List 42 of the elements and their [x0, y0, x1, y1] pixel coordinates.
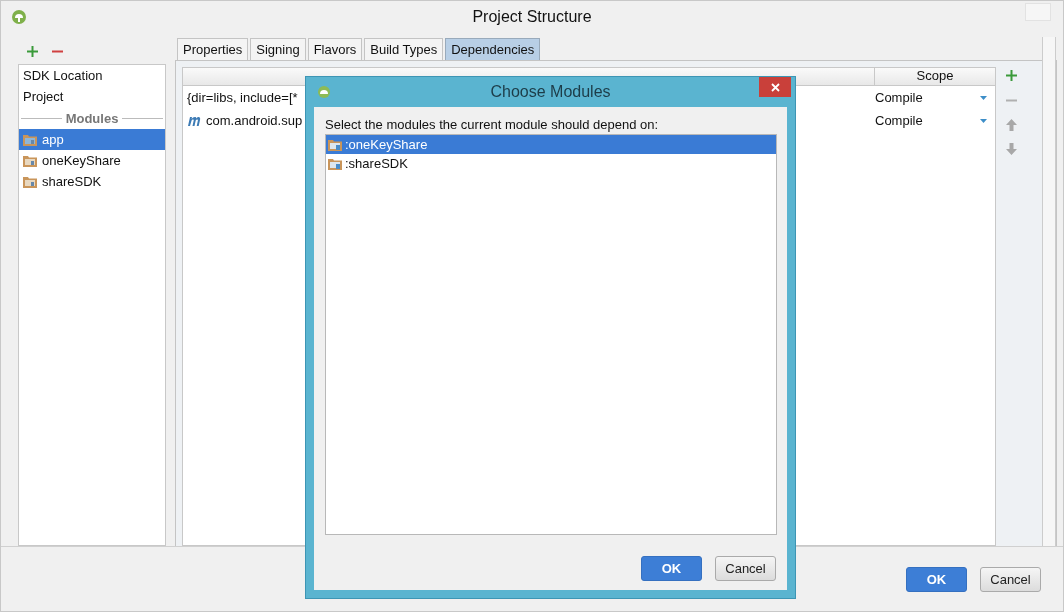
dialog-title: Choose Modules — [489, 83, 612, 101]
folder-icon — [23, 175, 37, 188]
down-arrow-icon[interactable] — [1005, 143, 1017, 155]
window-title: Project Structure — [471, 7, 593, 26]
folder-icon — [328, 157, 342, 170]
add-icon[interactable] — [26, 44, 39, 58]
prompt-text: Select the modules the current module should depend on: — [325, 117, 660, 134]
section-header: Modules — [65, 110, 119, 126]
sidebar-item[interactable]: SDK Location — [19, 65, 165, 86]
folder-icon — [23, 133, 37, 146]
module-item[interactable]: :oneKeyShare — [326, 135, 776, 154]
scope-value[interactable]: Compile — [875, 90, 923, 105]
maven-icon — [187, 115, 201, 126]
module-item[interactable]: :shareSDK — [326, 154, 776, 173]
add-icon[interactable] — [1004, 69, 1018, 82]
android-icon — [11, 8, 27, 25]
dropdown-icon[interactable] — [980, 118, 987, 123]
dialog-button[interactable]: Cancel — [980, 566, 1041, 592]
tab[interactable]: Dependencies — [445, 38, 541, 60]
dropdown-icon[interactable] — [980, 95, 987, 100]
sidebar-item[interactable]: shareSDK — [19, 171, 165, 192]
close-button[interactable] — [759, 77, 791, 97]
close-icon — [770, 82, 780, 92]
tab[interactable]: Build Types — [364, 38, 444, 60]
column-header[interactable]: Scope — [875, 68, 995, 85]
dependency-name: com.android.sup — [206, 113, 303, 128]
folder-icon — [328, 138, 342, 151]
dialog-button[interactable]: OK — [906, 566, 967, 592]
up-arrow-icon[interactable] — [1005, 119, 1017, 131]
scope-value[interactable]: Compile — [875, 113, 923, 128]
android-icon — [317, 85, 331, 99]
tab[interactable]: Flavors — [307, 38, 363, 60]
dialog-button[interactable]: Cancel — [715, 556, 776, 581]
sidebar-item[interactable]: oneKeyShare — [19, 150, 165, 171]
sidebar-item[interactable]: Project — [19, 86, 165, 107]
sidebar-item[interactable]: app — [19, 129, 165, 150]
tab[interactable]: Signing — [250, 38, 306, 60]
folder-icon — [23, 154, 37, 167]
dialog-button[interactable]: OK — [641, 556, 702, 581]
scrollbar[interactable] — [1042, 37, 1056, 546]
tab[interactable]: Properties — [177, 38, 249, 60]
dependency-name: {dir=libs, include=[* — [187, 90, 298, 105]
